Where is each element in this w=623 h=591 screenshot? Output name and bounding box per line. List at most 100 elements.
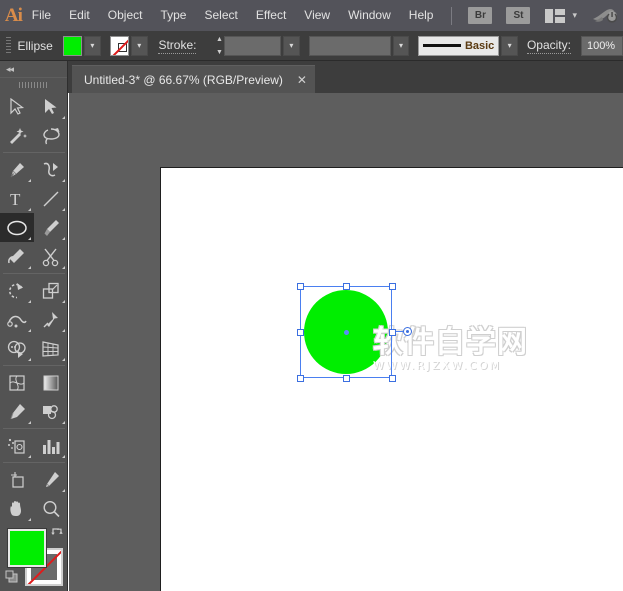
rocket-power-icon[interactable] [591,6,617,26]
stroke-swatch[interactable] [110,36,129,56]
handle-bottom-right[interactable] [389,375,396,382]
ellipse-tool[interactable] [0,213,34,242]
handle-bottom-left[interactable] [297,375,304,382]
handle-top-right[interactable] [389,283,396,290]
handle-middle-left[interactable] [297,329,304,336]
handle-middle-right[interactable] [389,329,396,336]
shaper-tool[interactable] [0,242,34,271]
menu-item-select[interactable]: Select [195,0,246,31]
bridge-button[interactable]: Br [468,7,492,24]
pen-tool[interactable] [0,155,34,184]
paintbrush-tool[interactable] [34,213,68,242]
flyout-indicator-icon [62,329,65,332]
variable-width-chevron-down-icon[interactable]: ▾ [393,36,410,56]
perspective-grid-tool[interactable] [34,334,68,363]
collapse-double-arrow-icon[interactable]: ◂◂ [0,61,67,78]
lasso-tool[interactable] [34,121,68,150]
brush-stroke-preview-icon [423,44,461,47]
flyout-indicator-icon [28,518,31,521]
menu-item-view[interactable]: View [295,0,339,31]
menu-items: File Edit Object Type Select Effect View… [23,0,443,31]
close-icon[interactable]: ✕ [297,74,307,86]
stroke-weight-input[interactable] [224,36,281,56]
menu-item-object[interactable]: Object [99,0,152,31]
panel-grip-icon[interactable] [0,78,67,92]
watermark-url-text: WWW.RJZXW.COM [373,359,528,372]
flyout-indicator-icon [62,489,65,492]
swap-fill-stroke-icon[interactable] [50,527,64,541]
artboard-tool[interactable] [0,465,34,494]
document-tab[interactable]: Untitled-3* @ 66.67% (RGB/Preview) ✕ [72,65,315,93]
canvas-area[interactable]: 软件自学网 WWW.RJZXW.COM [69,93,623,591]
shape-builder-tool[interactable] [0,334,34,363]
stock-button[interactable]: St [506,7,530,24]
handle-bottom-center[interactable] [343,375,350,382]
divider [3,462,65,463]
magic-wand-tool[interactable] [0,121,34,150]
handle-top-center[interactable] [343,283,350,290]
curvature-tool[interactable] [34,155,68,184]
brush-chevron-down-icon[interactable]: ▾ [501,36,518,56]
type-tool[interactable]: T [0,184,34,213]
flyout-indicator-icon [28,300,31,303]
column-graph-tool[interactable] [34,431,68,460]
divider [3,428,65,429]
flyout-indicator-icon [28,358,31,361]
variable-width-profile-input[interactable] [309,36,391,56]
scissors-tool[interactable] [34,242,68,271]
flyout-indicator-icon [28,266,31,269]
rotate-tool[interactable] [0,276,34,305]
eyedropper-tool[interactable] [0,397,34,426]
stroke-dropdown-chevron-down-icon[interactable]: ▾ [131,36,148,56]
brush-definition-label: Basic [465,40,494,52]
stroke-weight-label[interactable]: Stroke: [158,38,196,54]
menu-item-window[interactable]: Window [339,0,400,31]
gradient-tool[interactable] [34,368,68,397]
handle-top-left[interactable] [297,283,304,290]
default-fill-stroke-icon[interactable] [4,569,20,585]
flyout-indicator-icon [28,208,31,211]
fill-color-indicator[interactable] [8,529,46,567]
flyout-indicator-icon [62,455,65,458]
fill-dropdown-chevron-down-icon[interactable]: ▾ [84,36,101,56]
line-segment-tool[interactable] [34,184,68,213]
document-tab-bar: Untitled-3* @ 66.67% (RGB/Preview) ✕ [68,61,623,93]
menu-item-edit[interactable]: Edit [60,0,99,31]
chevron-down-icon[interactable]: ▾ [572,10,577,21]
flyout-indicator-icon [62,179,65,182]
menu-item-effect[interactable]: Effect [247,0,295,31]
free-transform-tool[interactable] [34,305,68,334]
divider [451,7,452,25]
slice-tool[interactable] [34,465,68,494]
width-widget-handle[interactable] [403,327,412,336]
hand-tool[interactable] [0,494,34,523]
symbol-sprayer-tool[interactable] [0,431,34,460]
svg-text:T: T [10,190,21,209]
selection-tool[interactable] [0,92,34,121]
flyout-indicator-icon [62,237,65,240]
opacity-input[interactable]: 100% [581,36,623,56]
mesh-tool[interactable] [0,368,34,397]
spinner-arrows-icon[interactable]: ▲▼ [214,36,224,56]
document-tab-title: Untitled-3* @ 66.67% (RGB/Preview) [84,73,283,87]
flyout-indicator-icon [28,237,31,240]
stroke-weight-chevron-down-icon[interactable]: ▾ [283,36,300,56]
scale-tool[interactable] [34,276,68,305]
menu-bar: Ai File Edit Object Type Select Effect V… [0,0,623,31]
panel-grip-icon[interactable] [6,37,11,55]
blend-tool[interactable] [34,397,68,426]
opacity-label[interactable]: Opacity: [527,38,571,54]
flyout-indicator-icon [28,329,31,332]
fill-stroke-controls [0,526,68,591]
width-tool[interactable] [0,305,34,334]
menu-item-type[interactable]: Type [151,0,195,31]
fill-swatch[interactable] [63,36,82,56]
menu-item-file[interactable]: File [23,0,60,31]
zoom-tool[interactable] [34,494,68,523]
brush-definition-select[interactable]: Basic [418,36,499,56]
menu-item-help[interactable]: Help [400,0,443,31]
arrange-documents-icon[interactable] [545,9,565,23]
tools-panel: ◂◂ [0,61,68,591]
direct-selection-tool[interactable] [34,92,68,121]
artboard[interactable]: 软件自学网 WWW.RJZXW.COM [160,167,623,591]
